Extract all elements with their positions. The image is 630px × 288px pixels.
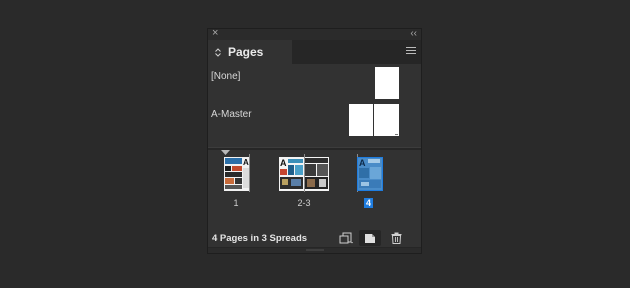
pages-section: A 1 A 2-3 A 4 xyxy=(208,150,421,228)
page-label: 2-3 xyxy=(297,198,311,208)
panel-tab-row: Pages xyxy=(208,40,421,64)
master-label: A-Master xyxy=(211,109,252,120)
new-page-button[interactable] xyxy=(359,230,381,246)
svg-text:A: A xyxy=(359,158,366,168)
spread-spine xyxy=(304,154,305,192)
masters-section: [None] A-Master xyxy=(208,64,421,146)
page-thumbnail-1: A xyxy=(224,157,250,191)
trash-icon xyxy=(391,232,401,244)
master-left-page xyxy=(349,104,373,136)
page-count-status: 4 Pages in 3 Spreads xyxy=(212,233,308,244)
page-label: 1 xyxy=(233,198,239,208)
tab-pages[interactable]: Pages xyxy=(208,40,292,64)
master-item-none[interactable]: [None] xyxy=(208,64,421,104)
page-label: 4 xyxy=(364,198,374,208)
master-item-a-master[interactable]: A-Master xyxy=(208,104,421,146)
panel-menu-icon[interactable] xyxy=(406,47,416,56)
page-thumbnail-4: A xyxy=(357,157,383,191)
master-applied-marker-icon xyxy=(221,150,230,155)
edit-page-size-button[interactable] xyxy=(337,230,357,246)
delete-page-button[interactable] xyxy=(388,230,404,246)
new-page-icon xyxy=(365,234,375,243)
collapse-panel-icon[interactable]: ‹‹ xyxy=(410,27,417,40)
svg-text:A: A xyxy=(280,158,287,168)
master-thumbnail xyxy=(375,67,399,99)
close-icon[interactable]: × xyxy=(212,27,218,40)
master-right-page xyxy=(374,104,399,136)
spread-spine xyxy=(249,154,250,192)
edit-page-size-icon xyxy=(339,232,353,244)
panel-bottom-bar: 4 Pages in 3 Spreads xyxy=(208,228,421,248)
master-label: [None] xyxy=(211,71,241,82)
pages-panel: × ‹‹ Pages [None] A-Master A 1 A 2-3 A 4… xyxy=(207,27,422,254)
panel-title: Pages xyxy=(228,45,264,59)
panel-resize-grip[interactable] xyxy=(208,247,421,253)
updown-arrows-icon xyxy=(210,47,226,57)
